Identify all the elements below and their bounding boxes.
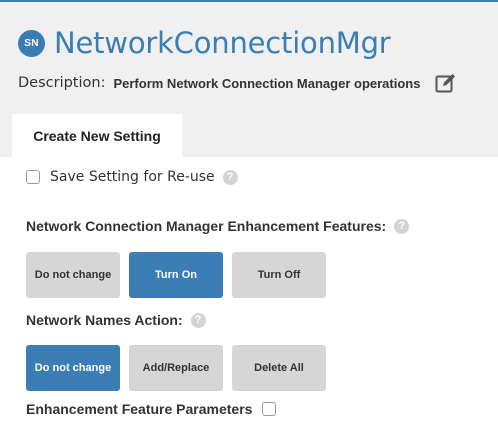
network-names-add-replace-button[interactable]: Add/Replace bbox=[129, 345, 223, 391]
description-row: Description: Perform Network Connection … bbox=[18, 70, 458, 96]
enhancement-parameters-row: Enhancement Feature Parameters bbox=[26, 401, 277, 417]
enhancement-features-row: Network Connection Manager Enhancement F… bbox=[26, 218, 410, 234]
network-names-action-label: Network Names Action: bbox=[26, 312, 183, 328]
title-row: SN NetworkConnectionMgr bbox=[18, 26, 391, 60]
enhancement-do-not-change-button[interactable]: Do not change bbox=[26, 252, 120, 298]
edit-icon[interactable] bbox=[434, 71, 458, 95]
help-icon[interactable]: ? bbox=[222, 169, 238, 185]
description-text: Perform Network Connection Manager opera… bbox=[113, 75, 421, 91]
save-setting-label: Save Setting for Re-use bbox=[50, 169, 215, 185]
save-setting-checkbox[interactable] bbox=[26, 170, 40, 184]
network-names-delete-all-button[interactable]: Delete All bbox=[232, 345, 326, 391]
help-icon[interactable]: ? bbox=[394, 218, 410, 234]
settings-panel: Save Setting for Re-use ? Network Connec… bbox=[0, 157, 498, 432]
save-setting-row: Save Setting for Re-use ? bbox=[26, 169, 238, 185]
enhancement-turn-on-button[interactable]: Turn On bbox=[129, 252, 223, 298]
network-names-do-not-change-button[interactable]: Do not change bbox=[26, 345, 120, 391]
description-label: Description: bbox=[18, 75, 106, 91]
enhancement-turn-off-button[interactable]: Turn Off bbox=[232, 252, 326, 298]
page-header: SN NetworkConnectionMgr Description: Per… bbox=[0, 0, 498, 114]
network-names-action-row: Network Names Action: ? bbox=[26, 312, 206, 328]
sn-logo-icon: SN bbox=[18, 29, 45, 57]
help-icon[interactable]: ? bbox=[190, 312, 206, 328]
tab-label: Create New Setting bbox=[33, 127, 161, 144]
enhancement-parameters-checkbox[interactable] bbox=[262, 402, 277, 416]
enhancement-parameters-label: Enhancement Feature Parameters bbox=[26, 401, 253, 417]
tab-create-new-setting[interactable]: Create New Setting bbox=[12, 114, 182, 157]
page-title: NetworkConnectionMgr bbox=[54, 26, 391, 60]
enhancement-features-label: Network Connection Manager Enhancement F… bbox=[26, 218, 387, 234]
